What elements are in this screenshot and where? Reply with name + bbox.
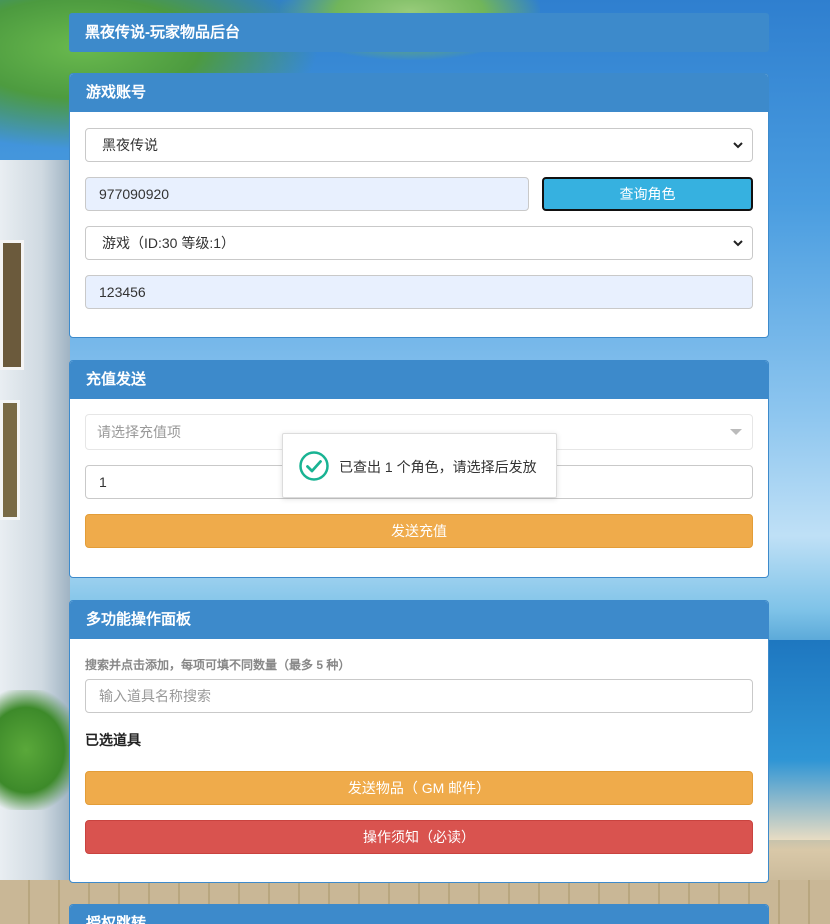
game-select-value: 黑夜传说 (102, 137, 158, 153)
page-title: 黑夜传说-玩家物品后台 (69, 13, 769, 52)
caret-down-icon (730, 429, 742, 435)
role-select[interactable]: 游戏（ID:30 等级:1） (85, 226, 753, 260)
multi-function-panel: 多功能操作面板 搜索并点击添加，每项可填不同数量（最多 5 种） 输入道具名称搜… (69, 600, 769, 883)
chevron-down-icon (733, 240, 743, 247)
item-search-input[interactable]: 输入道具名称搜索 (85, 679, 753, 713)
window-decoration (0, 400, 20, 520)
account-panel-heading: 游戏账号 (70, 74, 768, 112)
recharge-item-select-placeholder: 请选择充值项 (97, 424, 181, 440)
selected-items-label: 已选道具 (85, 732, 141, 748)
game-select[interactable]: 黑夜传说 (85, 128, 753, 162)
send-recharge-button[interactable]: 发送充值 (85, 514, 753, 548)
toast-message: 已查出 1 个角色，请选择后发放 (339, 459, 537, 475)
notice-button[interactable]: 操作须知（必读） (85, 820, 753, 854)
house-decoration (0, 160, 70, 880)
toast-notification: 已查出 1 个角色，请选择后发放 (282, 433, 557, 498)
role-select-value: 游戏（ID:30 等级:1） (102, 235, 236, 251)
account-input[interactable]: 977090920 (85, 177, 529, 211)
password-input-value: 123456 (99, 284, 146, 300)
password-input[interactable]: 123456 (85, 275, 753, 309)
send-items-button[interactable]: 发送物品（ GM 邮件） (85, 771, 753, 805)
bush-decoration (0, 690, 80, 810)
item-search-placeholder: 输入道具名称搜索 (99, 688, 211, 704)
chevron-down-icon (733, 142, 743, 149)
multi-panel-heading: 多功能操作面板 (70, 601, 768, 639)
auth-redirect-panel: 授权跳转 (69, 904, 769, 924)
auth-redirect-heading: 授权跳转 (70, 905, 768, 924)
query-role-button[interactable]: 查询角色 (542, 177, 753, 211)
account-input-value: 977090920 (99, 186, 170, 202)
search-hint: 搜索并点击添加，每项可填不同数量（最多 5 种） (85, 658, 351, 672)
window-decoration (0, 240, 24, 370)
check-circle-icon (299, 451, 329, 481)
account-panel: 游戏账号 黑夜传说 977090920 查询角色 游戏（ID:30 等级:1） … (69, 73, 769, 338)
recharge-quantity-value: 1 (99, 474, 107, 490)
recharge-panel-heading: 充值发送 (70, 361, 768, 399)
sea-decoration (768, 640, 830, 840)
